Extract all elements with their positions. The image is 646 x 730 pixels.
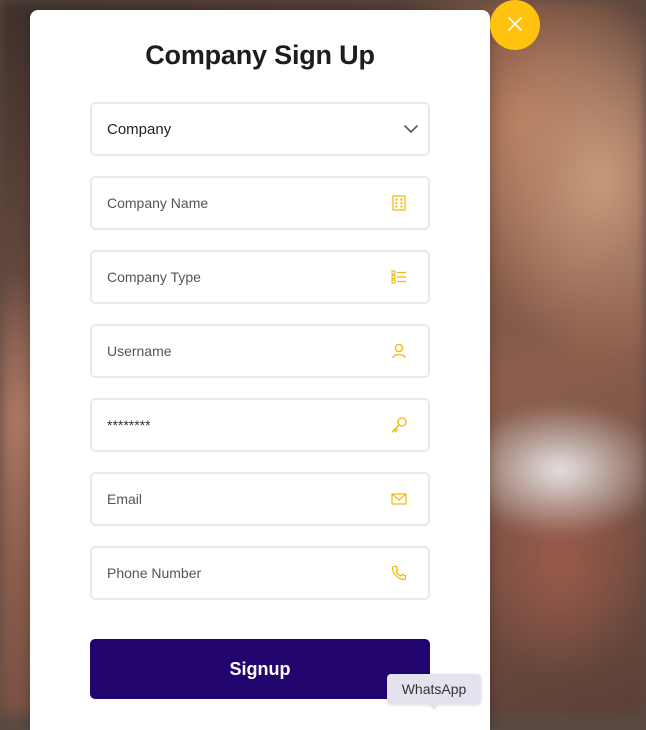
signup-modal: Company Sign Up Company Company Name Com…	[30, 0, 540, 730]
close-button[interactable]	[490, 0, 540, 50]
username-field-wrapper	[90, 324, 430, 378]
mail-icon	[390, 490, 408, 508]
modal-title: Company Sign Up	[145, 40, 375, 70]
close-icon	[507, 16, 523, 35]
company-name-field-wrapper	[90, 176, 430, 230]
phone-input[interactable]	[92, 548, 377, 598]
company-name-input[interactable]	[92, 178, 377, 228]
company-select-value: Company	[107, 121, 172, 138]
user-icon	[390, 342, 408, 360]
phone-field-wrapper	[90, 546, 430, 600]
password-field-wrapper	[90, 398, 430, 452]
phone-icon	[390, 564, 408, 582]
email-field-wrapper	[90, 472, 430, 526]
username-input[interactable]	[92, 326, 377, 376]
company-type-input[interactable]	[92, 252, 377, 302]
email-input[interactable]	[92, 474, 377, 524]
company-select[interactable]: Company	[90, 102, 430, 156]
company-type-field-wrapper	[90, 250, 430, 304]
whatsapp-tooltip[interactable]: WhatsApp	[387, 674, 481, 710]
key-icon	[390, 416, 408, 434]
password-input[interactable]	[92, 400, 377, 450]
building-icon	[390, 194, 408, 212]
chevron-down-icon	[402, 120, 420, 138]
list-icon	[390, 268, 408, 286]
signup-button[interactable]: Signup	[90, 639, 430, 699]
